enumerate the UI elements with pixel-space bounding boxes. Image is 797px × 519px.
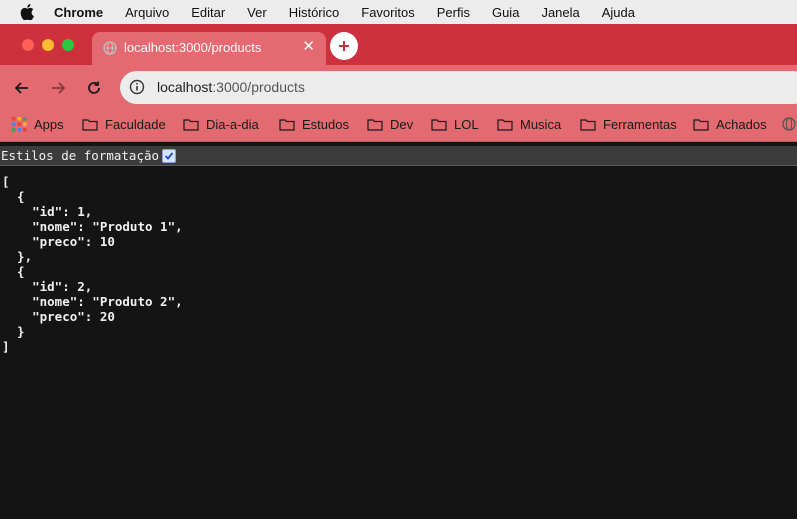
folder-icon [183, 119, 199, 131]
json-line: ] [2, 339, 10, 354]
bookmark-label: Estudos [302, 117, 349, 132]
json-line: "id": 1, [2, 204, 93, 219]
pretty-print-bar: Estilos de formatação [0, 146, 797, 166]
bookmark-folder-achados[interactable]: Achados [693, 117, 767, 132]
address-bar[interactable]: localhost:3000/products [120, 71, 797, 104]
menu-perfis[interactable]: Perfis [437, 5, 470, 20]
menu-app-name[interactable]: Chrome [54, 5, 103, 20]
json-line: { [2, 189, 25, 204]
plus-icon [339, 41, 349, 51]
bookmark-folder-estudos[interactable]: Estudos [279, 117, 349, 132]
menu-ajuda[interactable]: Ajuda [602, 5, 635, 20]
browser-toolbar: localhost:3000/products [0, 65, 797, 110]
bookmark-label: Ferramentas [603, 117, 677, 132]
checkmark-icon [164, 151, 174, 160]
bookmark-folder-ferramentas[interactable]: Ferramentas [580, 117, 677, 132]
folder-icon [431, 119, 447, 131]
url-text[interactable]: localhost:3000/products [157, 79, 305, 95]
json-content: [ { "id": 1, "nome": "Produto 1", "preco… [2, 174, 183, 354]
bookmark-globe-partial[interactable] [782, 117, 797, 131]
bookmark-folder-dia-a-dia[interactable]: Dia-a-dia [183, 117, 259, 132]
menu-guia[interactable]: Guia [492, 5, 519, 20]
new-tab-button[interactable] [330, 32, 358, 60]
menu-janela[interactable]: Janela [541, 5, 579, 20]
bookmark-folder-faculdade[interactable]: Faculdade [82, 117, 166, 132]
bookmark-folder-musica[interactable]: Musica [497, 117, 561, 132]
info-icon[interactable] [129, 79, 145, 95]
json-line: "preco": 10 [2, 234, 115, 249]
tab-title: localhost:3000/products [124, 40, 262, 55]
menu-ver[interactable]: Ver [247, 5, 267, 20]
folder-icon [497, 119, 513, 131]
folder-icon [580, 119, 596, 131]
pretty-print-label: Estilos de formatação [1, 148, 160, 163]
url-path: :3000/products [212, 79, 305, 95]
folder-icon [693, 119, 709, 131]
json-line: "nome": "Produto 1", [2, 219, 183, 234]
window-zoom-button[interactable] [62, 39, 74, 51]
menu-arquivo[interactable]: Arquivo [125, 5, 169, 20]
json-line: "id": 2, [2, 279, 93, 294]
bookmark-label: Achados [716, 117, 767, 132]
folder-icon [82, 119, 98, 131]
bookmark-apps[interactable]: Apps [12, 117, 64, 132]
bookmark-label: Dia-a-dia [206, 117, 259, 132]
json-line: } [2, 324, 25, 339]
bookmark-label: Musica [520, 117, 562, 132]
json-line: [ [2, 174, 10, 189]
bookmark-label: Apps [34, 117, 64, 132]
tab-products[interactable]: localhost:3000/products ✕ [92, 32, 326, 65]
tab-close-icon[interactable]: ✕ [302, 39, 315, 55]
macos-menu-bar: Chrome Arquivo Editar Ver Histórico Favo… [0, 0, 797, 24]
url-host: localhost [157, 79, 213, 95]
forward-arrow-icon[interactable] [48, 78, 68, 98]
folder-icon [367, 119, 383, 131]
reload-icon[interactable] [84, 78, 104, 98]
tab-strip: localhost:3000/products ✕ [0, 24, 797, 65]
window-minimize-button[interactable] [42, 39, 54, 51]
bookmark-folder-dev[interactable]: Dev [367, 117, 413, 132]
json-line: "preco": 20 [2, 309, 115, 324]
json-line: "nome": "Produto 2", [2, 294, 183, 309]
back-arrow-icon[interactable] [12, 78, 32, 98]
apps-grid-icon [12, 117, 27, 132]
json-line: }, [2, 249, 33, 264]
bookmark-folder-lol[interactable]: LOL [431, 117, 479, 132]
folder-icon [279, 119, 295, 131]
bookmarks-bar: Apps Faculdade Dia-a-dia Estudos Dev LOL… [0, 110, 797, 142]
globe-icon [103, 41, 117, 55]
menu-favoritos[interactable]: Favoritos [361, 5, 414, 20]
bookmark-label: LOL [454, 117, 479, 132]
bookmark-label: Dev [390, 117, 414, 132]
json-line: { [2, 264, 25, 279]
menu-editar[interactable]: Editar [191, 5, 225, 20]
menu-historico[interactable]: Histórico [289, 5, 340, 20]
window-close-button[interactable] [22, 39, 34, 51]
bookmark-label: Faculdade [105, 117, 166, 132]
globe-icon [782, 117, 796, 131]
pretty-print-checkbox[interactable] [162, 148, 177, 163]
apple-logo-icon[interactable] [20, 4, 34, 20]
